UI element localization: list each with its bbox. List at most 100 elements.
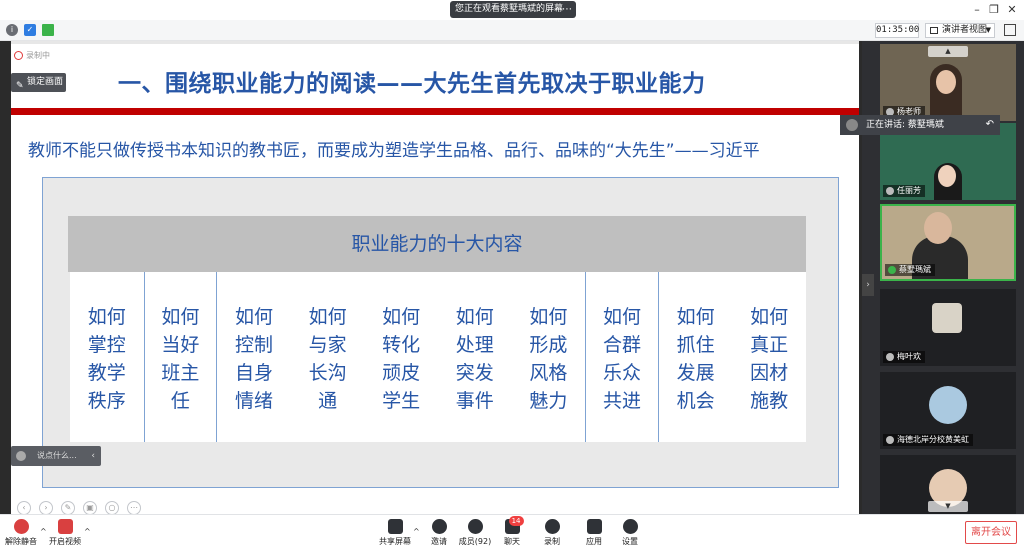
ability-column-text: 转化	[382, 334, 421, 356]
ability-column-text: 当好	[161, 334, 200, 356]
ability-column: 如何 合群 乐众 共进	[585, 272, 659, 442]
record-label: 录制	[544, 537, 560, 546]
ability-column-text: 乐众	[602, 362, 641, 384]
ability-column: 如何 转化 顽皮 学生	[364, 272, 438, 442]
participant-face	[938, 165, 956, 187]
participant-name: 任丽芳	[883, 185, 925, 197]
back-icon[interactable]: ‹	[17, 501, 31, 515]
slide-title: 一、围绕职业能力的阅读——大先生首先取决于职业能力	[118, 71, 706, 97]
gear-icon	[622, 519, 638, 534]
close-icon[interactable]: ✕	[1005, 3, 1019, 17]
participant-tile[interactable]: 梅叶欢	[880, 289, 1016, 366]
ability-column-text: 处理	[455, 334, 494, 356]
settings-label: 设置	[622, 537, 638, 546]
ability-column-text: 真正	[750, 334, 789, 356]
grid-icon	[930, 27, 938, 34]
share-screen-button[interactable]: 共享屏幕	[378, 519, 412, 547]
participant-tile-active[interactable]: 蔡墅瑪斌	[880, 204, 1016, 281]
ability-column-text: 长沟	[308, 362, 347, 384]
view-mode-label: 演讲者视图	[942, 25, 988, 35]
forward-icon[interactable]: ›	[39, 501, 53, 515]
lock-view-label: 锁定画面	[27, 77, 64, 87]
fullscreen-icon[interactable]	[1004, 24, 1016, 36]
participant-tile[interactable]: ▲ 杨老师	[880, 44, 1016, 121]
speaker-avatar-icon	[846, 119, 858, 131]
settings-button[interactable]: 设置	[619, 519, 641, 547]
ability-column-text: 通	[318, 390, 338, 412]
meeting-window: 您正在观看蔡墅瑪斌的屏幕 ⋯ – ❐ ✕ i ✓ 01:35:00 演讲者视图 …	[0, 0, 1024, 549]
members-icon	[467, 519, 483, 534]
info-icon[interactable]: i	[6, 24, 18, 36]
shield-icon[interactable]: ✓	[24, 24, 36, 36]
share-notice[interactable]: 您正在观看蔡墅瑪斌的屏幕 ⋯	[450, 1, 576, 18]
chevron-up-icon[interactable]: ^	[84, 527, 91, 536]
participant-tile[interactable]: ▼	[880, 455, 1016, 514]
apps-button[interactable]: 应用	[583, 519, 605, 547]
meeting-timer: 01:35:00	[875, 23, 919, 38]
ability-column-text: 机会	[676, 390, 715, 412]
return-icon[interactable]: ↶	[986, 115, 994, 135]
chat-placeholder: 说点什么...	[37, 451, 77, 460]
ability-column-text: 情绪	[234, 390, 273, 412]
ability-column-text: 发展	[676, 362, 715, 384]
ability-column-text: 控制	[234, 334, 273, 356]
ability-column-text: 风格	[529, 362, 568, 384]
restore-icon[interactable]: ❐	[987, 3, 1001, 17]
record-icon	[544, 519, 560, 534]
emoji-icon[interactable]	[16, 451, 26, 461]
active-speaker-banner: 正在讲话: 蔡墅瑪斌 ↶	[840, 115, 1000, 135]
lock-view-button[interactable]: ✎ 锁定画面	[11, 73, 66, 92]
record-button[interactable]: 录制	[541, 519, 563, 547]
ability-column-text: 施教	[750, 390, 789, 412]
members-button[interactable]: 成员(92)	[458, 519, 492, 547]
ability-column: 如何 形成 风格 魅力	[511, 272, 586, 442]
chevron-up-icon[interactable]: ^	[40, 527, 47, 536]
ability-column-text: 秩序	[87, 390, 126, 412]
chat-input[interactable]: 说点什么... ‹	[11, 446, 101, 466]
bottom-control-bar: 解除静音 ^ 开启视频 ^ 共享屏幕 ^ 邀请 成员(92) 14 聊天 录制	[0, 514, 1024, 549]
active-speaker-label: 正在讲话: 蔡墅瑪斌	[866, 120, 944, 130]
ability-column-text: 顽皮	[382, 362, 421, 384]
leave-meeting-button[interactable]: 离开会议	[965, 521, 1017, 544]
zoom-icon[interactable]: ○	[105, 501, 119, 515]
video-off-icon	[57, 519, 73, 534]
ability-column-text: 形成	[529, 334, 568, 356]
mic-icon	[886, 436, 894, 444]
more-options-icon[interactable]: ⋯	[562, 1, 572, 18]
signal-icon[interactable]	[42, 24, 54, 36]
chevron-left-icon[interactable]: ‹	[91, 446, 95, 466]
ability-column-text: 与家	[308, 334, 347, 356]
participant-name-text: 任丽芳	[897, 186, 921, 195]
view-mode-dropdown[interactable]: 演讲者视图 ▼	[925, 23, 995, 38]
invite-button[interactable]: 邀请	[428, 519, 450, 547]
chat-button[interactable]: 14 聊天	[502, 516, 524, 547]
more-icon[interactable]: ⋯	[127, 501, 141, 515]
image-icon[interactable]: ▣	[83, 501, 97, 515]
unmute-button[interactable]: 解除静音	[4, 519, 38, 547]
content-box-header: 职业能力的十大内容	[68, 216, 806, 272]
meeting-toolbar: i ✓ 01:35:00 演讲者视图 ▼	[0, 20, 1024, 41]
unmute-label: 解除静音	[5, 537, 37, 546]
participant-face	[924, 212, 952, 244]
ability-column-text: 因材	[750, 362, 789, 384]
chevron-up-icon[interactable]: ^	[413, 527, 420, 536]
apps-icon	[586, 519, 602, 534]
pen-icon[interactable]: ✎	[61, 501, 75, 515]
share-notice-text: 您正在观看蔡墅瑪斌的屏幕	[455, 4, 564, 14]
participant-avatar	[932, 303, 962, 333]
pin-icon: ✎	[16, 81, 24, 91]
ability-column-text: 如何	[750, 306, 789, 328]
collapse-sidebar-icon[interactable]: ›	[862, 274, 874, 296]
minimize-icon[interactable]: –	[970, 3, 984, 17]
start-video-button[interactable]: 开启视频	[48, 519, 82, 547]
ability-column-text: 事件	[455, 390, 494, 412]
ability-column: 如何 当好 班主任	[143, 272, 218, 442]
scroll-up-icon[interactable]: ▲	[928, 46, 968, 57]
share-screen-label: 共享屏幕	[379, 537, 411, 546]
scroll-down-icon[interactable]: ▼	[928, 501, 968, 512]
invite-label: 邀请	[431, 537, 447, 546]
share-screen-icon	[387, 519, 403, 534]
start-video-label: 开启视频	[49, 537, 81, 546]
participant-tile[interactable]: 海德北岸分校黄美虹	[880, 372, 1016, 449]
ability-column-text: 如何	[455, 306, 494, 328]
